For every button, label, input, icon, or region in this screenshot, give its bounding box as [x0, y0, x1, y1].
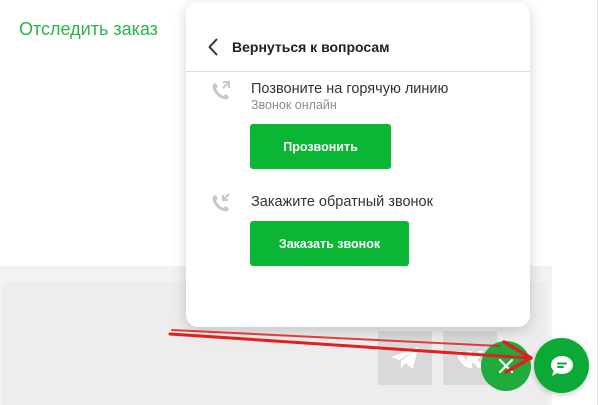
- phone-callback-icon: [212, 193, 230, 212]
- page-divider: [597, 0, 598, 405]
- back-to-questions-label: Вернуться к вопросам: [232, 39, 390, 55]
- order-callback-button[interactable]: Заказать звонок: [250, 221, 409, 266]
- telegram-button[interactable]: [378, 331, 432, 385]
- phone-call-icon: [212, 81, 230, 100]
- track-order-link[interactable]: Отследить заказ: [19, 19, 158, 40]
- chat-bubble-icon: [550, 355, 573, 376]
- call-now-button[interactable]: Прозвонить: [250, 124, 391, 169]
- popup-header: Вернуться к вопросам: [186, 2, 530, 72]
- telegram-icon: [391, 347, 418, 369]
- close-icon: [498, 358, 514, 374]
- chevron-left-icon: [208, 38, 218, 56]
- callback-title: Закажите обратный звонок: [251, 194, 433, 210]
- hotline-title: Позвоните на горячую линию: [251, 81, 449, 97]
- contact-options-popup: Вернуться к вопросам Позвоните на горячу…: [186, 2, 530, 327]
- close-widget-button[interactable]: [481, 341, 531, 391]
- back-to-questions-button[interactable]: Вернуться к вопросам: [208, 38, 390, 56]
- hotline-subtitle: Звонок онлайн: [251, 98, 337, 112]
- chat-widget-button[interactable]: [534, 338, 589, 393]
